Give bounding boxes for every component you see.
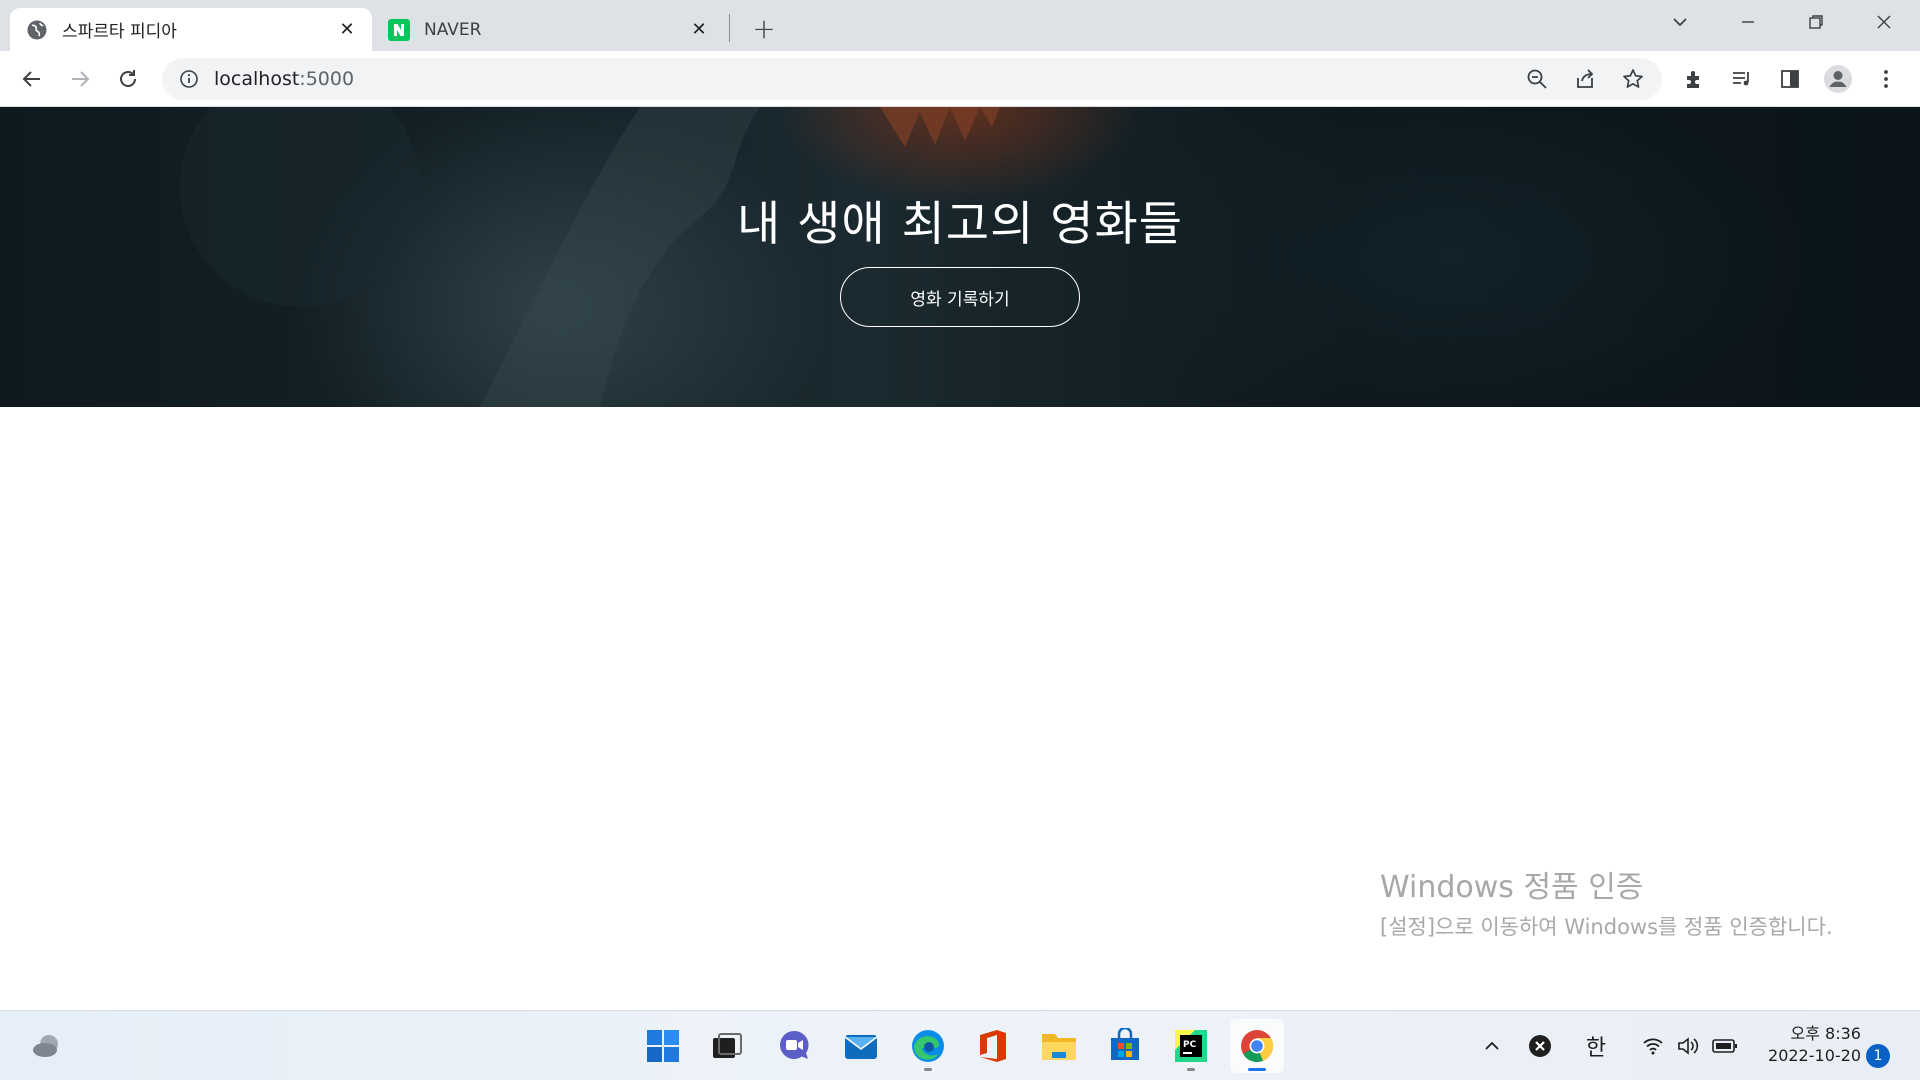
tab-separator	[729, 14, 730, 42]
address-bar[interactable]: localhost:5000	[162, 58, 1662, 100]
wifi-icon[interactable]	[1636, 1011, 1670, 1081]
watermark-title: Windows 정품 인증	[1380, 870, 1644, 905]
microsoft-store-icon[interactable]	[1098, 1019, 1152, 1073]
minimize-button[interactable]	[1720, 0, 1776, 44]
notification-badge[interactable]: 1	[1866, 1044, 1890, 1068]
svg-text:PC: PC	[1183, 1040, 1197, 1050]
running-indicator	[1248, 1068, 1266, 1071]
tab-naver[interactable]: NAVER ✕	[372, 8, 724, 51]
ime-indicator[interactable]: 한	[1578, 1011, 1614, 1081]
side-panel-icon[interactable]	[1772, 61, 1808, 97]
close-tab-icon[interactable]: ✕	[688, 19, 710, 41]
globe-icon	[26, 19, 48, 41]
show-hidden-icons-chevron-icon[interactable]	[1474, 1011, 1510, 1081]
volume-icon[interactable]	[1672, 1011, 1706, 1081]
record-movie-button[interactable]: 영화 기록하기	[840, 267, 1080, 327]
restore-button[interactable]	[1788, 0, 1844, 44]
windows-taskbar: PC 한 오후 8:36 2022-10-20 1	[0, 1010, 1920, 1080]
url-port: :5000	[299, 68, 355, 90]
naver-icon	[388, 18, 410, 41]
running-indicator	[1187, 1068, 1195, 1071]
pycharm-icon[interactable]: PC	[1164, 1019, 1218, 1073]
browser-toolbar: localhost:5000	[0, 51, 1920, 107]
file-explorer-icon[interactable]	[1032, 1019, 1086, 1073]
forward-button[interactable]	[62, 61, 98, 97]
tray-app-icon[interactable]	[1522, 1011, 1558, 1081]
system-clock[interactable]: 오후 8:36 2022-10-20	[1745, 1023, 1861, 1067]
close-window-button[interactable]	[1856, 0, 1912, 44]
back-button[interactable]	[14, 61, 50, 97]
extensions-icon[interactable]	[1676, 61, 1712, 97]
task-view-icon[interactable]	[700, 1019, 754, 1073]
site-info-icon[interactable]	[178, 68, 200, 90]
mail-icon[interactable]	[834, 1019, 888, 1073]
media-queue-icon[interactable]	[1724, 61, 1760, 97]
clock-date: 2022-10-20	[1768, 1046, 1861, 1065]
office-icon[interactable]	[966, 1019, 1020, 1073]
tab-sparta-pedia[interactable]: 스파르타 피디아 ✕	[10, 8, 372, 51]
watermark-subtitle: [설정]으로 이동하여 Windows를 정품 인증합니다.	[1380, 915, 1833, 939]
clock-time: 오후 8:36	[1790, 1024, 1861, 1043]
zoom-icon[interactable]	[1525, 67, 1549, 91]
page-title: 내 생애 최고의 영화들	[737, 197, 1183, 252]
new-tab-button[interactable]: +	[748, 12, 780, 45]
close-tab-icon[interactable]: ✕	[336, 19, 358, 41]
windows-activation-watermark: Windows 정품 인증 [설정]으로 이동하여 Windows를 정품 인증…	[1380, 862, 1850, 942]
weather-widget-icon[interactable]	[20, 1019, 74, 1073]
profile-avatar-icon[interactable]	[1820, 61, 1856, 97]
running-indicator	[924, 1068, 932, 1071]
share-icon[interactable]	[1573, 67, 1597, 91]
url-host: localhost	[214, 68, 300, 90]
tab-title: 스파르타 피디아	[62, 22, 177, 42]
chrome-icon[interactable]	[1230, 1019, 1284, 1073]
battery-icon[interactable]	[1708, 1011, 1742, 1081]
hero-banner: 내 생애 최고의 영화들 영화 기록하기	[0, 107, 1920, 407]
hero-background-art	[180, 107, 1000, 407]
start-button[interactable]	[636, 1019, 690, 1073]
tab-strip: 스파르타 피디아 ✕ NAVER ✕ +	[0, 0, 1920, 51]
tab-title: NAVER	[424, 19, 482, 40]
menu-kebab-icon[interactable]	[1868, 61, 1904, 97]
url-text: localhost:5000	[214, 68, 354, 90]
bookmark-star-icon[interactable]	[1621, 67, 1645, 91]
reload-button[interactable]	[110, 61, 146, 97]
edge-browser-icon[interactable]	[901, 1019, 955, 1073]
teams-chat-icon[interactable]	[767, 1019, 821, 1073]
tab-search-icon[interactable]	[1652, 0, 1708, 44]
